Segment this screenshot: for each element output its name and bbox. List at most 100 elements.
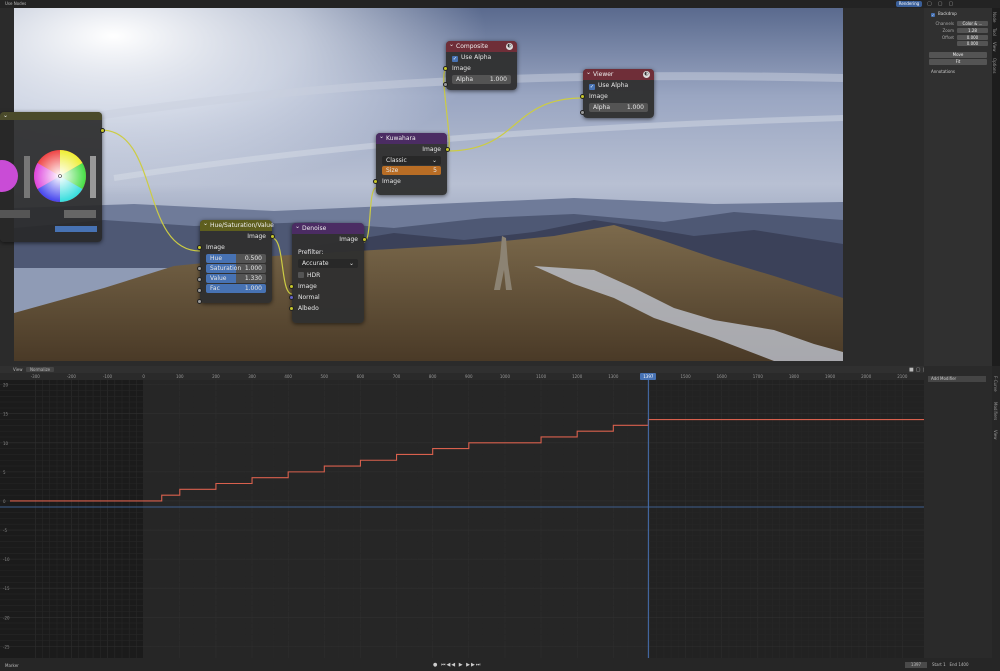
hsv-hue-in[interactable]: [197, 266, 202, 271]
viewer-node[interactable]: Viewer ◐ ✓Use Alpha Image Alpha1.000: [580, 67, 654, 118]
kuwahara-image-in[interactable]: [373, 179, 378, 184]
hsv-fac-field[interactable]: Fac 1.000: [206, 284, 266, 293]
x-tick-label: 1500: [680, 374, 691, 379]
denoise-hdr-checkbox[interactable]: HDR: [292, 270, 364, 281]
x-tick-label: 900: [464, 374, 473, 379]
check-icon[interactable]: ✓: [589, 84, 595, 90]
view-menu[interactable]: View: [13, 367, 23, 372]
y-tick-label: -10: [3, 557, 10, 562]
zoom-row[interactable]: Zoom 1.28: [928, 28, 988, 34]
composite-header[interactable]: Composite ◐: [446, 39, 517, 52]
composite-image-in[interactable]: [443, 66, 448, 71]
kuwahara-size-field[interactable]: Size 5: [382, 166, 441, 175]
checkbox-icon[interactable]: [298, 272, 304, 278]
tab-graph-view[interactable]: View: [993, 430, 998, 440]
tab-options[interactable]: Options: [992, 58, 997, 73]
normalize-toggle[interactable]: Normalize: [26, 367, 55, 372]
top-bar-icons[interactable]: ▢▢▢: [927, 1, 959, 7]
kuwahara-node[interactable]: Kuwahara Image Classic⌄ Size5 Image: [373, 131, 450, 195]
x-tick-label: 1300: [608, 374, 619, 379]
composite-title: Composite: [456, 43, 489, 50]
fit-button[interactable]: Fit: [929, 59, 987, 65]
x-tick-label: 500: [320, 374, 329, 379]
tab-modifiers[interactable]: Modifiers: [993, 402, 998, 420]
editor-title: Use Nodes: [5, 1, 27, 6]
y-tick-label: -5: [3, 528, 7, 533]
denoise-albedo-in[interactable]: [289, 306, 294, 311]
frame-ruler[interactable]: -300 -200 -100 0 100 200 300 400 500 600 700 800 900…: [0, 373, 924, 380]
globe-icon: ◐: [506, 43, 513, 50]
kuwahara-header[interactable]: Kuwahara: [376, 131, 447, 144]
x-tick-label: 600: [356, 374, 365, 379]
composite-alpha-in[interactable]: [443, 82, 448, 87]
hsv-node[interactable]: Hue/Saturation/Value Image Image Hue0.50…: [197, 218, 275, 304]
globe-icon: ◐: [643, 71, 650, 78]
hsv-header[interactable]: Hue/Saturation/Value: [200, 218, 274, 231]
tab-tool[interactable]: Tool: [992, 28, 997, 36]
x-tick-label: 1000: [499, 374, 511, 379]
y-tick-label: -25: [3, 644, 10, 649]
hsv-saturation-field[interactable]: Saturation 1.000: [206, 264, 266, 273]
denoise-image-out[interactable]: [362, 237, 367, 242]
graph-side-tabs: F-Curve Modifiers View: [992, 366, 1000, 658]
start-end-fields[interactable]: Start 1 End 1400: [932, 662, 996, 668]
hsv-value-in[interactable]: [197, 288, 202, 293]
tab-node[interactable]: Node: [992, 12, 997, 22]
x-tick-label: 700: [392, 374, 401, 379]
composite-use-alpha[interactable]: ✓ Use Alpha: [446, 52, 517, 63]
hsv-fac-in[interactable]: [197, 299, 202, 304]
denoise-image-in[interactable]: [289, 284, 294, 289]
check-icon[interactable]: ✓: [452, 56, 458, 62]
viewer-use-alpha[interactable]: ✓ Use Alpha: [583, 80, 654, 91]
fcurve-plot[interactable]: 20151050-5-10-15-20-25: [0, 373, 924, 658]
x-tick-label: 300: [248, 374, 256, 379]
y-tick-label: 15: [3, 412, 9, 417]
hsv-saturation-in[interactable]: [197, 277, 202, 282]
kuwahara-variation-select[interactable]: Classic ⌄: [382, 156, 441, 165]
denoise-image-in-row: Image: [289, 281, 364, 292]
color-balance-node[interactable]: [0, 110, 105, 242]
viewer-header[interactable]: Viewer ◐: [583, 67, 654, 80]
graph-sidebar: Add Modifier: [924, 366, 992, 658]
viewer-alpha-in[interactable]: [580, 110, 585, 115]
denoise-node[interactable]: Denoise Image Prefilter: Accurate⌄ HDR I…: [289, 221, 367, 323]
denoise-header[interactable]: Denoise: [292, 221, 364, 234]
x-tick-label: 1200: [572, 374, 583, 379]
color-balance-header[interactable]: [0, 110, 102, 121]
offset-y-row[interactable]: 0.000: [928, 41, 988, 47]
tab-fcurve[interactable]: F-Curve: [993, 376, 998, 392]
x-tick-label: -100: [102, 374, 113, 379]
hsv-hue-field[interactable]: Hue 0.500: [206, 254, 266, 263]
graph-area[interactable]: 20 15 10 5 0 -5 -10 -15 -20 -25: [0, 373, 924, 658]
x-tick-label: -200: [66, 374, 76, 379]
node-editor[interactable]: Composite ◐ ✓Use Alpha Image Alpha1.000 …: [0, 8, 924, 366]
denoise-prefilter-label: Prefilter:: [298, 249, 324, 256]
kuwahara-image-out[interactable]: [445, 147, 450, 152]
current-frame-badge[interactable]: 1397: [640, 373, 657, 380]
current-frame-field[interactable]: 1397: [905, 662, 927, 668]
composite-node[interactable]: Composite ◐ ✓Use Alpha Image Alpha1.000: [443, 39, 517, 90]
hsv-value-field[interactable]: Value 1.330: [206, 274, 266, 283]
hsv-image-in[interactable]: [197, 245, 202, 250]
x-tick-label: 1700: [752, 374, 763, 379]
channels-row[interactable]: Channels Color & ...: [928, 21, 988, 27]
hsv-image-in-row: Image: [197, 242, 272, 253]
marker-menu[interactable]: Marker: [5, 663, 19, 668]
color-balance-image-out[interactable]: [100, 128, 105, 133]
y-tick-label: -20: [3, 615, 10, 620]
playback-controls[interactable]: ● ⏮◀◀ ▶ ▶▶⏭: [433, 662, 481, 668]
tab-view[interactable]: View: [992, 42, 997, 52]
viewer-alpha-field[interactable]: Alpha 1.000: [589, 103, 648, 112]
denoise-prefilter-select[interactable]: Accurate ⌄: [298, 259, 358, 268]
x-tick-label: 2100: [897, 374, 908, 379]
hsv-image-out[interactable]: [270, 234, 275, 239]
add-modifier-select[interactable]: Add Modifier: [928, 376, 986, 382]
composite-alpha-field[interactable]: Alpha 1.000: [452, 75, 511, 84]
render-button[interactable]: Rendering: [896, 1, 922, 7]
denoise-normal-in[interactable]: [289, 295, 294, 300]
check-icon[interactable]: ✓: [931, 13, 935, 17]
annotations-panel[interactable]: Annotations: [931, 69, 955, 74]
viewer-image-in[interactable]: [580, 94, 585, 99]
backdrop-panel-title[interactable]: ✓ Backdrop: [931, 11, 957, 17]
move-button[interactable]: Move: [929, 52, 987, 58]
